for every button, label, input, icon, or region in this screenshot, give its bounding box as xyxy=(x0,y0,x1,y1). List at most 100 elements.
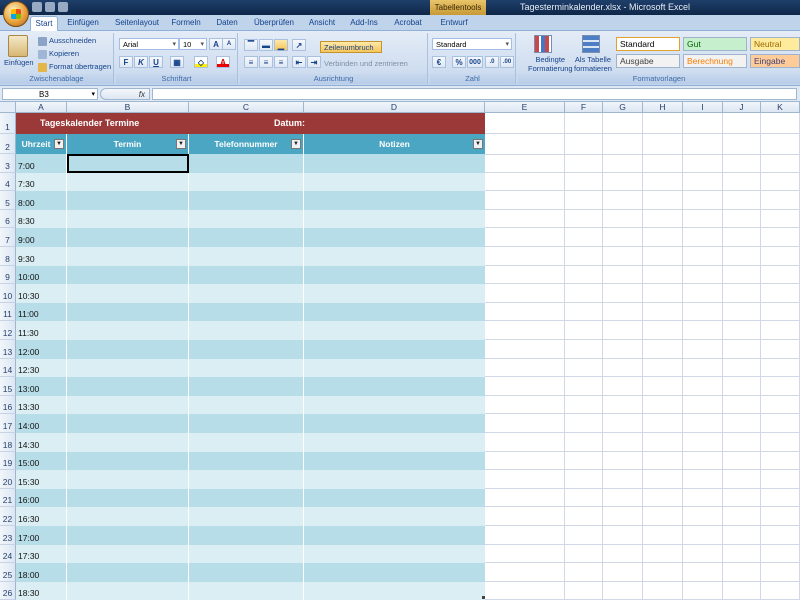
phone-cell[interactable] xyxy=(189,172,304,192)
notes-cell[interactable] xyxy=(304,414,485,433)
notes-cell[interactable] xyxy=(304,452,485,471)
phone-cell[interactable] xyxy=(189,563,304,582)
time-cell[interactable]: 18:30 xyxy=(16,581,67,600)
align-right-icon[interactable]: ≡ xyxy=(274,56,288,68)
time-cell[interactable]: 14:00 xyxy=(16,414,67,433)
row-header[interactable]: 6 xyxy=(0,209,16,229)
time-cell[interactable]: 13:30 xyxy=(16,395,67,415)
time-cell[interactable]: 7:30 xyxy=(16,172,67,192)
shrink-font-icon[interactable]: A xyxy=(222,38,236,50)
filter-dropdown-icon[interactable]: ▼ xyxy=(176,139,186,149)
phone-cell[interactable] xyxy=(189,544,304,564)
row-header[interactable]: 10 xyxy=(0,284,16,303)
appointment-cell[interactable] xyxy=(67,563,189,582)
phone-cell[interactable] xyxy=(189,321,304,340)
time-cell[interactable]: 10:00 xyxy=(16,265,67,285)
appointment-cell[interactable] xyxy=(67,470,189,489)
notes-cell[interactable] xyxy=(304,247,485,266)
notes-cell[interactable] xyxy=(304,470,485,489)
row-header[interactable]: 3 xyxy=(0,154,16,173)
align-middle-icon[interactable]: ▬ xyxy=(259,39,273,51)
tab-ansicht[interactable]: Ansicht xyxy=(304,16,340,31)
appointment-cell[interactable] xyxy=(67,358,189,378)
column-header[interactable]: B xyxy=(67,102,189,113)
time-cell[interactable]: 8:30 xyxy=(16,209,67,229)
align-left-icon[interactable]: ≡ xyxy=(244,56,258,68)
office-button[interactable] xyxy=(3,1,29,27)
appointment-cell[interactable] xyxy=(67,228,189,247)
cell-style-neutral[interactable]: Neutral xyxy=(750,37,800,51)
tab-add-ins[interactable]: Add-Ins xyxy=(346,16,382,31)
notes-cell[interactable] xyxy=(304,228,485,247)
phone-cell[interactable] xyxy=(189,191,304,210)
phone-cell[interactable] xyxy=(189,228,304,247)
wrap-text-button[interactable]: Zeilenumbruch xyxy=(320,41,382,53)
time-cell[interactable]: 18:00 xyxy=(16,563,67,582)
row-header[interactable]: 9 xyxy=(0,265,16,285)
cell-style-eingabe[interactable]: Eingabe xyxy=(750,54,800,68)
borders-icon[interactable]: ▦ xyxy=(170,56,184,68)
decrease-indent-icon[interactable]: ⇤ xyxy=(292,56,306,68)
phone-cell[interactable] xyxy=(189,451,304,471)
appointment-cell[interactable] xyxy=(67,154,189,173)
italic-button[interactable]: K xyxy=(134,56,148,68)
notes-cell[interactable] xyxy=(304,321,485,340)
row-header[interactable]: 14 xyxy=(0,358,16,378)
appointment-cell[interactable] xyxy=(67,451,189,471)
increase-indent-icon[interactable]: ⇥ xyxy=(307,56,321,68)
row-header[interactable]: 24 xyxy=(0,544,16,564)
time-cell[interactable]: 15:00 xyxy=(16,451,67,471)
tab-seitenlayout[interactable]: Seitenlayout xyxy=(110,16,164,31)
appointment-cell[interactable] xyxy=(67,284,189,303)
tab-ueberpruefen[interactable]: Überprüfen xyxy=(250,16,298,31)
time-cell[interactable]: 10:30 xyxy=(16,284,67,303)
tab-acrobat[interactable]: Acrobat xyxy=(390,16,426,31)
notes-cell[interactable] xyxy=(304,173,485,192)
header-notizen[interactable]: Notizen ▼ xyxy=(304,134,485,154)
increase-decimal-icon[interactable]: .0 xyxy=(485,56,499,68)
phone-cell[interactable] xyxy=(189,209,304,229)
time-cell[interactable]: 11:30 xyxy=(16,321,67,340)
column-header[interactable]: F xyxy=(565,102,603,113)
select-all-corner[interactable] xyxy=(0,102,16,113)
notes-cell[interactable] xyxy=(304,340,485,359)
cut-button[interactable]: Ausschneiden xyxy=(38,36,96,46)
notes-cell[interactable] xyxy=(304,359,485,378)
row-header[interactable]: 13 xyxy=(0,340,16,359)
time-cell[interactable]: 17:30 xyxy=(16,544,67,564)
notes-cell[interactable] xyxy=(304,489,485,508)
appointment-cell[interactable] xyxy=(67,172,189,192)
paste-button[interactable]: Einfügen xyxy=(4,58,34,67)
appointment-cell[interactable] xyxy=(67,302,189,322)
row-header[interactable]: 12 xyxy=(0,321,16,340)
row-header[interactable]: 19 xyxy=(0,451,16,471)
time-cell[interactable]: 13:00 xyxy=(16,377,67,396)
time-cell[interactable]: 12:00 xyxy=(16,340,67,359)
column-header[interactable]: G xyxy=(603,102,643,113)
row-header[interactable]: 4 xyxy=(0,172,16,192)
name-box[interactable]: B3 xyxy=(2,88,98,100)
thousands-button[interactable]: 000 xyxy=(467,56,483,68)
row-header[interactable]: 26 xyxy=(0,581,16,600)
phone-cell[interactable] xyxy=(189,526,304,545)
time-cell[interactable]: 11:00 xyxy=(16,302,67,322)
column-header[interactable]: J xyxy=(723,102,761,113)
row-header[interactable]: 1 xyxy=(0,113,16,134)
tab-einfuegen[interactable]: Einfügen xyxy=(62,16,104,31)
time-cell[interactable]: 9:30 xyxy=(16,247,67,266)
row-header[interactable]: 16 xyxy=(0,395,16,415)
fill-color-icon[interactable]: ◇ xyxy=(194,56,208,68)
grow-font-icon[interactable]: A xyxy=(209,38,223,50)
format-as-table-icon[interactable] xyxy=(582,35,600,53)
notes-cell[interactable] xyxy=(304,154,485,173)
appointment-cell[interactable] xyxy=(67,340,189,359)
header-uhrzeit[interactable]: Uhrzeit ▼ xyxy=(16,134,67,154)
row-header[interactable]: 20 xyxy=(0,470,16,489)
phone-cell[interactable] xyxy=(189,284,304,303)
table-resize-handle[interactable] xyxy=(482,596,485,600)
align-center-icon[interactable]: ≡ xyxy=(259,56,273,68)
appointment-cell[interactable] xyxy=(67,265,189,285)
row-header[interactable]: 21 xyxy=(0,488,16,508)
notes-cell[interactable] xyxy=(304,526,485,545)
notes-cell[interactable] xyxy=(304,303,485,322)
